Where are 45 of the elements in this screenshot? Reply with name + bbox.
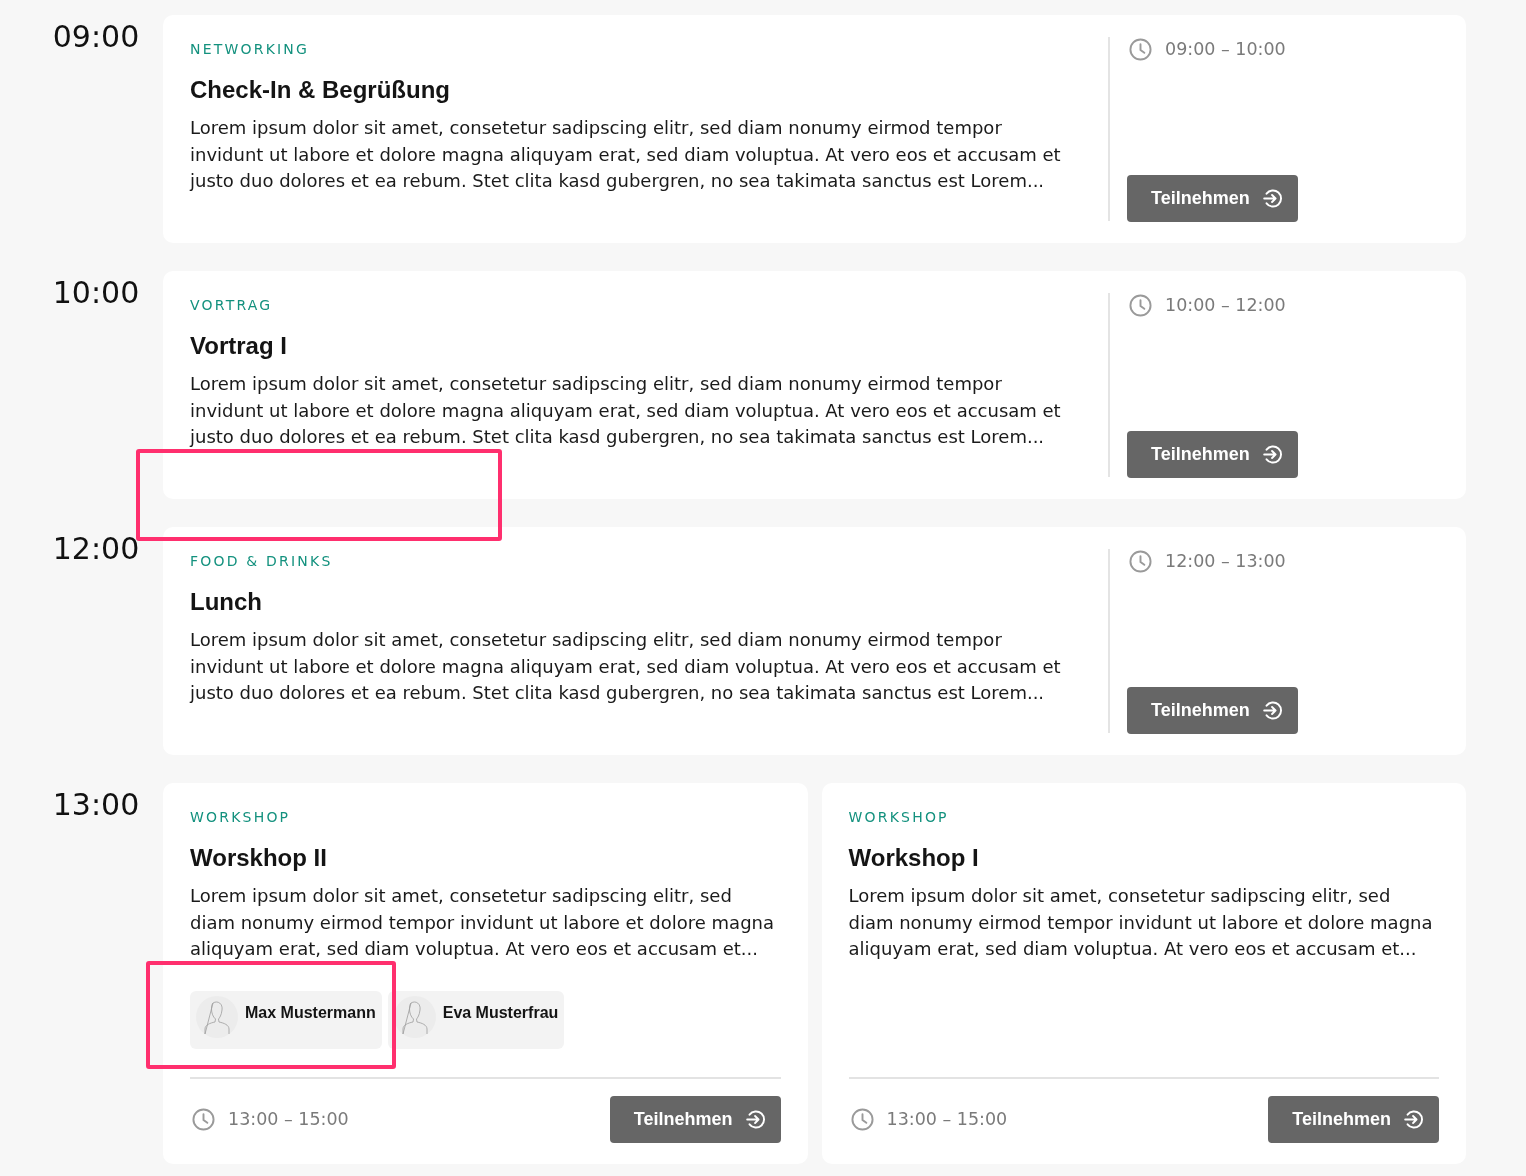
session-time-range: 13:00 – 15:00 [228,1108,349,1131]
session-description: Lorem ipsum dolor sit amet, consetetur sadipscing elitr, sed diam nonumy eirmod tempor invidunt ut labore et dolore magna aliquyam erat, sed diam voluptua. At vero eos et accusam et justo duo dolores et ea rebum. Stet clita kasd gubergren, no sea takimata sanctus est Lorem... [190,372,1062,449]
session-time-range: 10:00 – 12:00 [1165,294,1286,317]
speaker-chip[interactable]: Eva Musterfrau [387,990,565,1049]
join-button[interactable]: Teilnehmen [609,1095,781,1143]
speaker-chip[interactable]: Max Mustermann [190,990,382,1049]
session-category: NETWORKING [190,40,311,59]
session-title: Lunch [190,587,263,617]
session-category: FOOD & DRINKS [190,552,334,571]
speaker-name: Max Mustermann [245,1002,376,1023]
join-button[interactable]: Teilnehmen [1127,687,1298,734]
session-title: Worskhop II [190,843,327,873]
speaker-name: Eva Musterfrau [442,1002,559,1023]
sign-in-icon [1261,700,1283,721]
time-slot-label: 13:00 [51,786,141,820]
session-category: WORKSHOP [190,808,291,827]
sign-in-icon [1403,1108,1424,1130]
join-button[interactable]: Teilnehmen [1127,431,1298,478]
clock-icon [1129,549,1152,573]
session-time-range: 09:00 – 10:00 [1165,38,1286,61]
session-description: Lorem ipsum dolor sit amet, consetetur sadipscing elitr, sed diam nonumy eirmod tempor invidunt ut labore et dolore magna aliquyam erat, sed diam voluptua. At vero eos et accusam et... [190,884,775,961]
time-slot-label: 09:00 [51,18,141,52]
clock-icon [850,1107,874,1131]
time-slot-label: 10:00 [51,274,141,308]
sign-in-icon [744,1108,766,1130]
join-button[interactable]: Teilnehmen [1268,1095,1439,1143]
time-slot-label: 12:00 [51,530,141,564]
session-title: Workshop I [848,843,979,873]
session-description: Lorem ipsum dolor sit amet, consetetur sadipscing elitr, sed diam nonumy eirmod tempor invidunt ut labore et dolore magna aliquyam erat, sed diam voluptua. At vero eos et accusam et justo duo dolores et ea rebum. Stet clita kasd gubergren, no sea takimata sanctus est Lorem... [190,116,1062,193]
session-description: Lorem ipsum dolor sit amet, consetetur sadipscing elitr, sed diam nonumy eirmod tempor invidunt ut labore et dolore magna aliquyam erat, sed diam voluptua. At vero eos et accusam et justo duo dolores et ea rebum. Stet clita kasd gubergren, no sea takimata sanctus est Lorem... [190,628,1062,705]
clock-icon [1129,293,1152,317]
session-time-range: 12:00 – 13:00 [1165,550,1286,573]
person-silhouette-icon [196,995,238,1038]
clock-icon [1129,37,1152,61]
session-category: VORTRAG [190,296,274,315]
join-button[interactable]: Teilnehmen [1127,175,1298,222]
sign-in-icon [1261,188,1283,209]
sign-in-icon [1261,444,1283,465]
session-title: Vortrag I [190,331,288,361]
session-time-range: 13:00 – 15:00 [886,1108,1008,1131]
person-silhouette-icon [393,995,436,1038]
session-description: Lorem ipsum dolor sit amet, consetetur sadipscing elitr, sed diam nonumy eirmod tempor invidunt ut labore et dolore magna aliquyam erat, sed diam voluptua. At vero eos et accusam et... [848,884,1434,961]
session-title: Check-In & Begrüßung [190,75,451,105]
clock-icon [192,1107,215,1131]
session-category: WORKSHOP [848,808,949,827]
